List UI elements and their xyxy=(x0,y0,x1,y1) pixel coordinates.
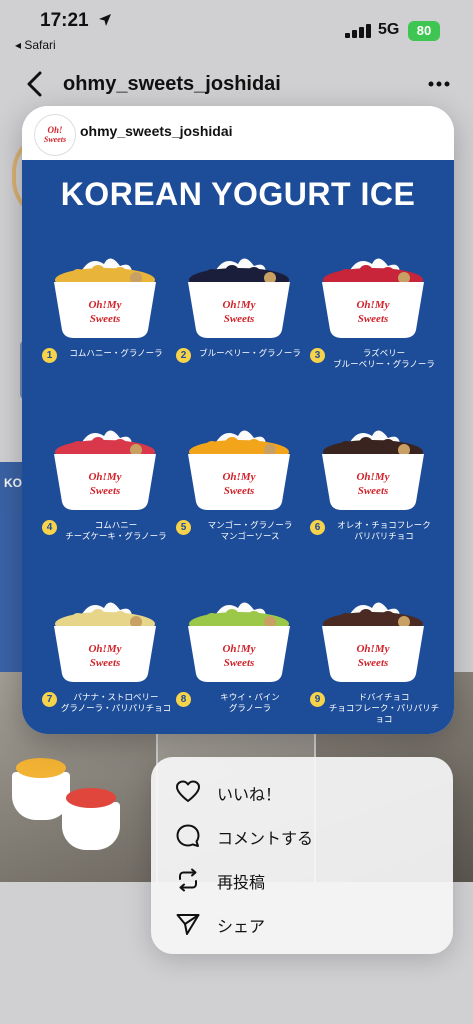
item-name: ラズベリー ブルーベリー・グラノーラ xyxy=(333,348,435,369)
yogurt-cup-icon: Oh!My Sweets xyxy=(54,430,156,510)
menu-item-card: Oh!My Sweets 2 ブルーベリー・グラノーラ xyxy=(170,228,308,408)
yogurt-cup-icon: Oh!My Sweets xyxy=(188,602,290,682)
item-number-badge: 6 xyxy=(310,520,325,535)
menu-share[interactable]: シェア xyxy=(151,901,453,945)
menu-item-card: Oh!My Sweets 8 キウイ・パイン グラノーラ xyxy=(170,572,308,734)
cup-photo xyxy=(62,788,120,850)
item-caption: 3 ラズベリー ブルーベリー・グラノーラ xyxy=(304,348,442,370)
yogurt-cup-icon: Oh!My Sweets xyxy=(54,258,156,338)
share-icon xyxy=(176,914,200,935)
svg-text:Sweets: Sweets xyxy=(90,313,121,325)
svg-text:Sweets: Sweets xyxy=(224,657,255,669)
svg-text:Oh!My: Oh!My xyxy=(88,299,121,311)
back-chevron-icon[interactable] xyxy=(24,70,46,98)
item-number-badge: 9 xyxy=(310,692,325,707)
menu-item-card: Oh!My Sweets 5 マンゴー・グラノーラ マンゴーソース xyxy=(170,400,308,580)
svg-text:Oh!My: Oh!My xyxy=(356,643,389,655)
menu-share-label: シェア xyxy=(217,919,266,936)
svg-text:Oh!My: Oh!My xyxy=(356,471,389,483)
battery-indicator: 80 xyxy=(408,21,440,41)
menu-item-card: Oh!My Sweets 4 コムハニー チーズケーキ・グラノーラ xyxy=(36,400,174,580)
yogurt-cup-icon: Oh!My Sweets xyxy=(54,602,156,682)
item-number-badge: 8 xyxy=(176,692,191,707)
item-caption: 6 オレオ・チョコフレーク パリパリチョコ xyxy=(304,520,442,542)
item-caption: 2 ブルーベリー・グラノーラ xyxy=(170,348,308,363)
svg-text:Sweets: Sweets xyxy=(358,485,389,497)
brand-logo-icon: Oh! Sweets xyxy=(44,125,66,144)
menu-item-card: Oh!My Sweets 3 ラズベリー ブルーベリー・グラノーラ xyxy=(304,228,442,408)
yogurt-cup-icon: Oh!My Sweets xyxy=(188,258,290,338)
svg-text:Sweets: Sweets xyxy=(358,313,389,325)
svg-text:Oh!My: Oh!My xyxy=(356,299,389,311)
menu-comment[interactable]: コメントする xyxy=(151,813,453,857)
location-arrow-icon xyxy=(99,14,111,26)
item-name: キウイ・パイン グラノーラ xyxy=(220,692,280,713)
back-to-safari[interactable]: ◂ Safari xyxy=(15,38,56,52)
item-number-badge: 2 xyxy=(176,348,191,363)
item-caption: 4 コムハニー チーズケーキ・グラノーラ xyxy=(36,520,174,542)
menu-item-card: Oh!My Sweets 1 コムハニー・グラノーラ xyxy=(36,228,174,408)
item-caption: 5 マンゴー・グラノーラ マンゴーソース xyxy=(170,520,308,542)
yogurt-cup-icon: Oh!My Sweets xyxy=(322,602,424,682)
menu-item-card: Oh!My Sweets 9 ドバイチョコ チョコフレーク・パリパリチョコ xyxy=(304,572,442,734)
menu-like-label: いいね！ xyxy=(217,787,282,804)
more-options-icon[interactable] xyxy=(428,80,450,88)
context-menu: いいね！ コメントする 再投稿 シェア xyxy=(151,757,453,954)
yogurt-cup-icon: Oh!My Sweets xyxy=(188,430,290,510)
item-number-badge: 4 xyxy=(42,520,57,535)
item-number-badge: 7 xyxy=(42,692,57,707)
post-header: Oh! Sweets ohmy_sweets_joshidai xyxy=(22,106,454,160)
item-caption: 8 キウイ・パイン グラノーラ xyxy=(170,692,308,714)
svg-text:Oh!My: Oh!My xyxy=(88,471,121,483)
network-type: 5G xyxy=(378,21,400,38)
svg-text:Sweets: Sweets xyxy=(90,485,121,497)
comment-icon xyxy=(176,824,200,847)
heart-icon xyxy=(176,780,200,802)
svg-text:Sweets: Sweets xyxy=(44,135,66,144)
svg-text:Sweets: Sweets xyxy=(224,485,255,497)
svg-text:Sweets: Sweets xyxy=(90,657,121,669)
svg-text:Sweets: Sweets xyxy=(358,657,389,669)
post-preview-card: Oh! Sweets ohmy_sweets_joshidai KOREAN Y… xyxy=(22,106,454,734)
menu-poster-image: KOREAN YOGURT ICE Oh!My Sweets 1 コムハニー・グラノー… xyxy=(22,160,454,734)
item-caption: 9 ドバイチョコ チョコフレーク・パリパリチョコ xyxy=(304,692,442,725)
item-name: オレオ・チョコフレーク パリパリチョコ xyxy=(337,520,431,541)
avatar: Oh! Sweets xyxy=(34,114,76,156)
menu-like[interactable]: いいね！ xyxy=(151,769,453,813)
repost-icon xyxy=(179,868,197,892)
cellular-signal-icon xyxy=(345,24,371,38)
menu-comment-label: コメントする xyxy=(217,831,314,848)
item-name: コムハニー チーズケーキ・グラノーラ xyxy=(65,520,167,541)
svg-text:Oh!: Oh! xyxy=(47,125,62,135)
item-name: バナナ・ストロベリー グラノーラ・パリパリチョコ xyxy=(60,692,172,713)
post-username: ohmy_sweets_joshidai xyxy=(80,123,233,139)
svg-text:Oh!My: Oh!My xyxy=(222,643,255,655)
menu-item-card: Oh!My Sweets 7 バナナ・ストロベリー グラノーラ・パリパリチョコ xyxy=(36,572,174,734)
item-number-badge: 3 xyxy=(310,348,325,363)
yogurt-cup-icon: Oh!My Sweets xyxy=(322,430,424,510)
menu-repost[interactable]: 再投稿 xyxy=(151,857,453,901)
svg-text:Oh!My: Oh!My xyxy=(88,643,121,655)
status-bar: 17:21 ◂ Safari 5G 80 xyxy=(0,0,473,58)
poster-headline: KOREAN YOGURT ICE xyxy=(60,176,416,212)
menu-repost-label: 再投稿 xyxy=(217,875,266,892)
thumbnail-text: KO xyxy=(4,476,22,490)
svg-text:Oh!My: Oh!My xyxy=(222,471,255,483)
yogurt-cup-icon: Oh!My Sweets xyxy=(322,258,424,338)
item-number-badge: 1 xyxy=(42,348,57,363)
svg-text:Oh!My: Oh!My xyxy=(222,299,255,311)
item-caption: 1 コムハニー・グラノーラ xyxy=(36,348,174,363)
svg-text:Sweets: Sweets xyxy=(224,313,255,325)
menu-item-card: Oh!My Sweets 6 オレオ・チョコフレーク パリパリチョコ xyxy=(304,400,442,580)
status-time: 17:21 xyxy=(40,10,89,31)
item-caption: 7 バナナ・ストロベリー グラノーラ・パリパリチョコ xyxy=(36,692,174,714)
profile-username-title: ohmy_sweets_joshidai xyxy=(63,73,281,95)
navigation-bar: ohmy_sweets_joshidai xyxy=(0,62,473,106)
item-number-badge: 5 xyxy=(176,520,191,535)
item-name: マンゴー・グラノーラ マンゴーソース xyxy=(207,520,293,541)
